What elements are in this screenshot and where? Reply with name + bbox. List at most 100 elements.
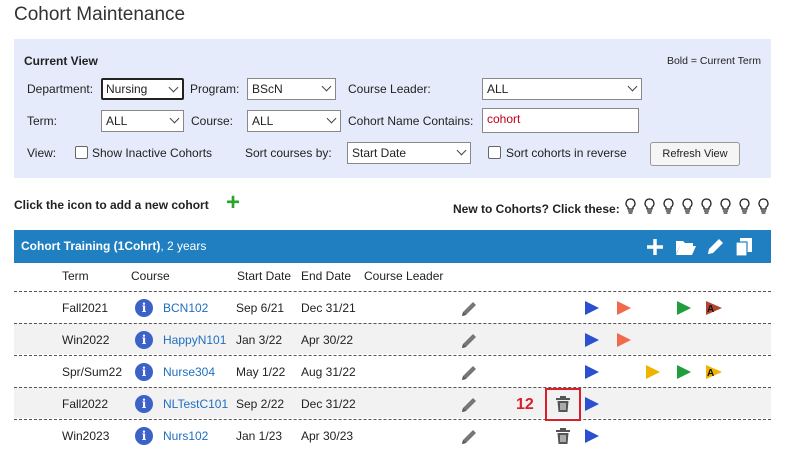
help-bulbs bbox=[624, 198, 770, 214]
term-cell: Fall2021 bbox=[62, 301, 109, 315]
course-select[interactable]: ALL bbox=[247, 110, 341, 132]
course-link[interactable]: NLTestC101 bbox=[163, 397, 228, 411]
svg-text:A: A bbox=[707, 304, 714, 315]
term-label: Term: bbox=[27, 114, 57, 128]
lightbulb-icon[interactable] bbox=[719, 198, 732, 214]
pencil-icon[interactable] bbox=[460, 300, 480, 318]
pencil-icon[interactable] bbox=[460, 396, 480, 414]
lightbulb-icon[interactable] bbox=[681, 198, 694, 214]
table-row: Win2023 i Nurs102 Jan 1/23 Apr 30/23 bbox=[14, 419, 771, 450]
course-leader-select[interactable]: ALL bbox=[482, 78, 642, 100]
folder-open-icon[interactable] bbox=[675, 237, 696, 257]
add-cohort-text: Click the icon to add a new cohort bbox=[14, 198, 209, 212]
term-cell: Fall2022 bbox=[62, 397, 109, 411]
course-leader-value: ALL bbox=[487, 82, 509, 96]
info-icon[interactable]: i bbox=[135, 331, 153, 349]
end-date-cell: Aug 31/22 bbox=[301, 365, 356, 379]
term-select[interactable]: ALL bbox=[101, 110, 184, 132]
blue-play-icon[interactable] bbox=[584, 300, 600, 316]
svg-text:A: A bbox=[707, 368, 714, 379]
lightbulb-icon[interactable] bbox=[662, 198, 675, 214]
department-label: Department: bbox=[27, 82, 94, 96]
lightbulb-icon[interactable] bbox=[624, 198, 637, 214]
info-icon[interactable]: i bbox=[135, 427, 153, 445]
add-icon[interactable] bbox=[645, 237, 665, 257]
end-date-cell: Dec 31/22 bbox=[301, 397, 356, 411]
cohort-years: , 2 years bbox=[160, 239, 207, 253]
green-play-icon[interactable] bbox=[676, 364, 692, 380]
table-row: Fall2022 i NLTestC101 Sep 2/22 Dec 31/22 bbox=[14, 387, 771, 418]
refresh-view-button[interactable]: Refresh View bbox=[650, 142, 740, 166]
course-link[interactable]: HappyN101 bbox=[163, 333, 226, 347]
chevron-down-icon bbox=[321, 81, 332, 92]
annotation-highlight-box bbox=[545, 388, 581, 421]
blue-play-icon[interactable] bbox=[584, 332, 600, 348]
lightbulb-icon[interactable] bbox=[738, 198, 751, 214]
yellow-play-icon[interactable] bbox=[645, 364, 661, 380]
end-date-cell: Apr 30/23 bbox=[301, 429, 354, 443]
term-value: ALL bbox=[106, 114, 128, 128]
department-select[interactable]: Nursing bbox=[101, 78, 184, 100]
info-icon[interactable]: i bbox=[135, 395, 153, 413]
course-link[interactable]: Nurs102 bbox=[163, 429, 208, 443]
chevron-down-icon bbox=[169, 113, 180, 124]
view-label: View: bbox=[27, 146, 57, 160]
plus-icon[interactable]: + bbox=[226, 191, 240, 215]
program-value: BScN bbox=[252, 82, 283, 96]
end-date-cell: Apr 30/22 bbox=[301, 333, 354, 347]
term-cell: Win2023 bbox=[62, 429, 110, 443]
orange-play-icon[interactable] bbox=[616, 300, 632, 316]
header-course-leader: Course Leader bbox=[364, 269, 444, 283]
blue-play-icon[interactable] bbox=[584, 364, 600, 380]
sort-reverse-label: Sort cohorts in reverse bbox=[506, 146, 627, 160]
sort-value: Start Date bbox=[352, 146, 407, 160]
orange-play-icon[interactable] bbox=[616, 332, 632, 348]
header-course: Course bbox=[131, 269, 170, 283]
course-label: Course: bbox=[191, 114, 234, 128]
approval-play-icon[interactable]: A bbox=[705, 364, 722, 380]
department-value: Nursing bbox=[106, 82, 148, 96]
start-date-cell: May 1/22 bbox=[236, 365, 286, 379]
lightbulb-icon[interactable] bbox=[757, 198, 770, 214]
blue-play-icon[interactable] bbox=[584, 396, 600, 412]
trash-icon[interactable] bbox=[554, 427, 572, 445]
pencil-icon[interactable] bbox=[460, 428, 480, 446]
cohort-title[interactable]: Cohort Training (1Cohrt), 2 years bbox=[21, 239, 206, 253]
chevron-down-icon bbox=[168, 82, 179, 93]
pencil-icon[interactable] bbox=[705, 237, 725, 257]
current-view-title: Current View bbox=[24, 54, 98, 68]
course-value: ALL bbox=[252, 114, 274, 128]
page-title: Cohort Maintenance bbox=[14, 4, 186, 25]
sort-select[interactable]: Start Date bbox=[347, 142, 471, 164]
blue-play-icon[interactable] bbox=[584, 428, 600, 444]
lightbulb-icon[interactable] bbox=[643, 198, 656, 214]
pencil-icon[interactable] bbox=[460, 332, 480, 350]
green-play-icon[interactable] bbox=[676, 300, 692, 316]
info-icon[interactable]: i bbox=[135, 363, 153, 381]
table-row: Spr/Sum22 i Nurse304 May 1/22 Aug 31/22 A bbox=[14, 355, 771, 386]
approval-play-icon[interactable]: A bbox=[705, 300, 722, 316]
start-date-cell: Sep 2/22 bbox=[236, 397, 285, 411]
sort-label: Sort courses by: bbox=[245, 146, 332, 160]
cohort-header-bar: Cohort Training (1Cohrt), 2 years bbox=[14, 230, 771, 263]
copy-icon[interactable] bbox=[735, 237, 755, 257]
show-inactive-label: Show Inactive Cohorts bbox=[92, 146, 213, 160]
program-select[interactable]: BScN bbox=[247, 78, 336, 100]
program-label: Program: bbox=[190, 82, 240, 96]
table-row: Win2022 i HappyN101 Jan 3/22 Apr 30/22 bbox=[14, 323, 771, 354]
table-row: Fall2021 i BCN102 Sep 6/21 Dec 31/21 A bbox=[14, 291, 771, 322]
lightbulb-icon[interactable] bbox=[700, 198, 713, 214]
cohort-name-input[interactable]: cohort bbox=[482, 108, 639, 133]
info-icon[interactable]: i bbox=[135, 299, 153, 317]
course-link[interactable]: Nurse304 bbox=[163, 365, 215, 379]
header-start-date: Start Date bbox=[237, 269, 292, 283]
chevron-down-icon bbox=[326, 113, 337, 124]
pencil-icon[interactable] bbox=[460, 364, 480, 382]
bold-note: Bold = Current Term bbox=[666, 55, 761, 67]
show-inactive-checkbox[interactable] bbox=[75, 146, 88, 159]
end-date-cell: Dec 31/21 bbox=[301, 301, 356, 315]
sort-reverse-checkbox[interactable] bbox=[488, 146, 501, 159]
chevron-down-icon bbox=[627, 81, 638, 92]
course-link[interactable]: BCN102 bbox=[163, 301, 208, 315]
term-cell: Win2022 bbox=[62, 333, 110, 347]
